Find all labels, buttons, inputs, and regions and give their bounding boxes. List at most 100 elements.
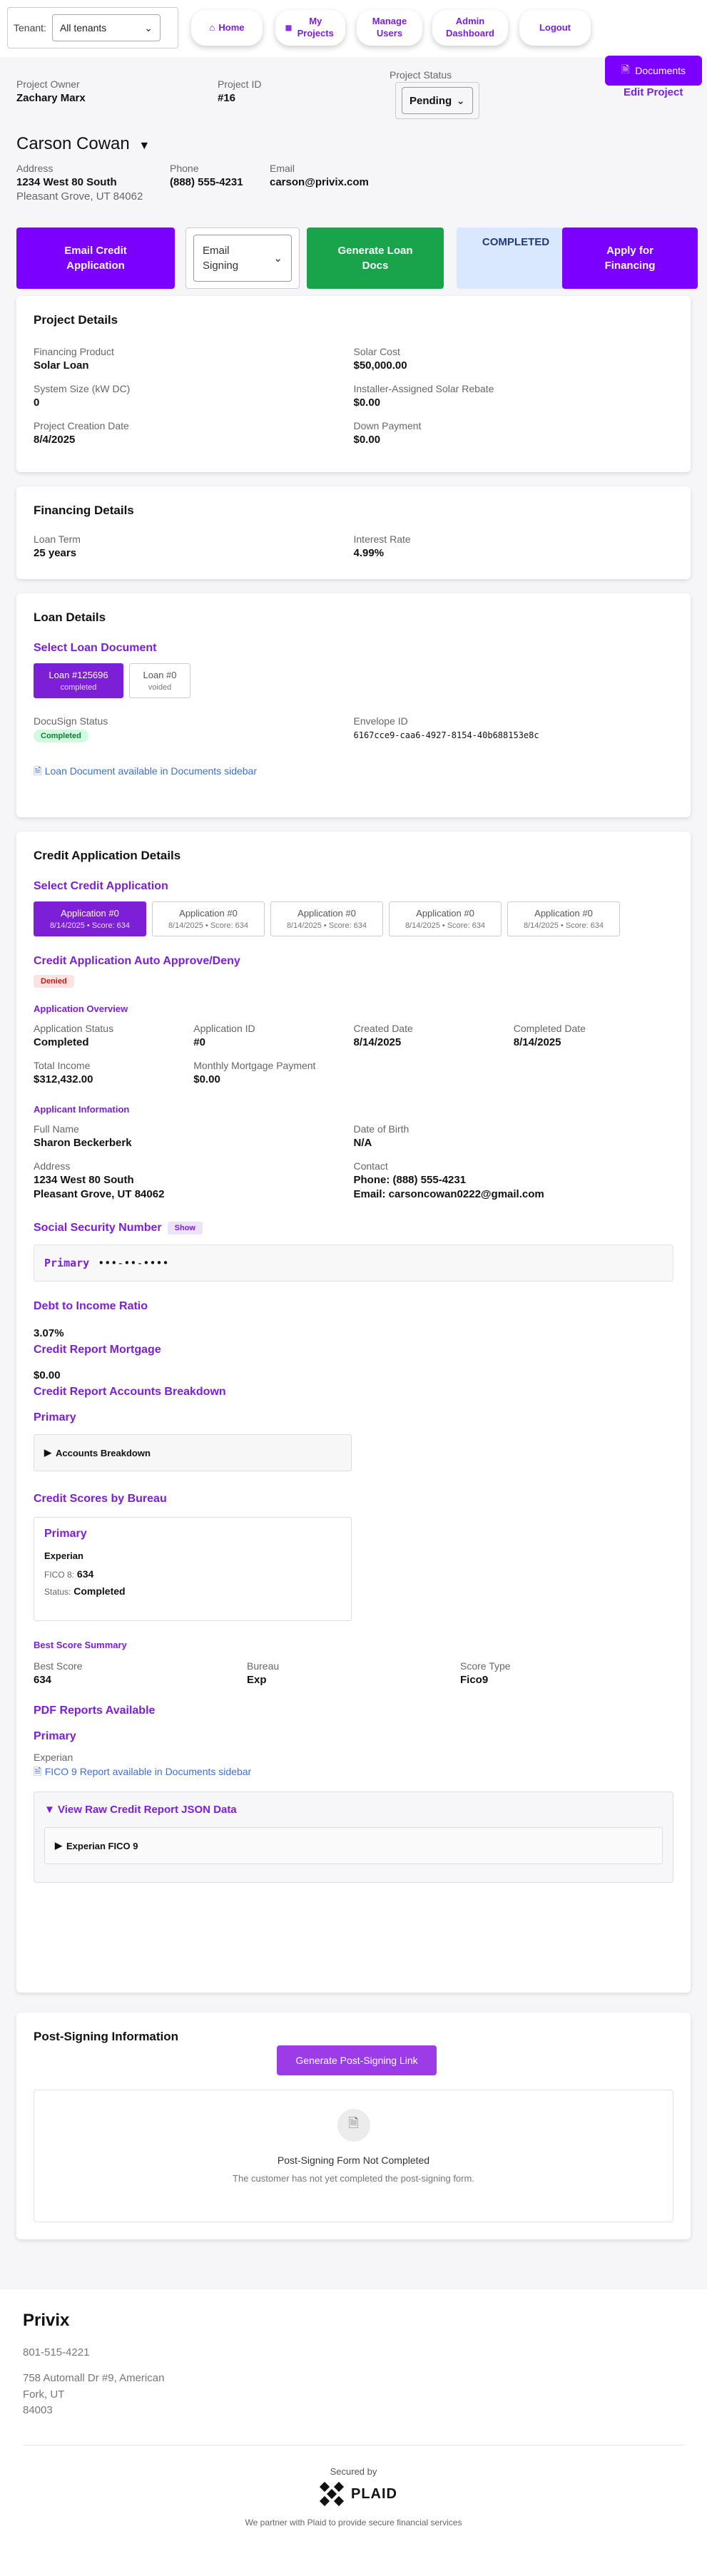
field-solar-rebate: Installer-Assigned Solar Rebate $0.00	[353, 383, 494, 409]
loan-details-title: Loan Details	[34, 610, 106, 624]
completed-status-box: COMPLETED	[457, 228, 575, 289]
field-solar-cost: Solar Cost $50,000.00	[353, 346, 407, 372]
nav-my-projects-button[interactable]: ▦ My Projects	[275, 10, 345, 46]
caret-down-icon[interactable]: ▼	[138, 140, 150, 152]
nav-home-button[interactable]: ⌂ Home	[191, 10, 263, 46]
customer-address: Address 1234 West 80 South Pleasant Grov…	[16, 163, 143, 203]
loan-details-card: Loan Details Select Loan Document Loan #…	[16, 593, 691, 817]
field-application-id: Application ID #0	[193, 1023, 255, 1048]
best-score-grid: Best Score 634 Bureau Exp Score Type Fico9	[34, 1660, 673, 1686]
field-completed-date: Completed Date 8/14/2025	[513, 1023, 586, 1048]
tenant-dropdown[interactable]: All tenants ⌄	[51, 14, 161, 41]
applicant-information-title: Applicant Information	[34, 1104, 130, 1115]
project-details-grid: Financing Product Solar Loan Solar Cost $5…	[34, 346, 673, 446]
dti-value: 3.07%	[34, 1327, 64, 1339]
credit-application-title: Credit Application Details	[34, 849, 181, 862]
pdf-report-link[interactable]: 🗎 FICO 9 Report available in Documents s…	[34, 1764, 673, 1782]
plaid-wordmark: PLAID	[351, 2485, 397, 2502]
customer-address-label: Address	[16, 163, 54, 174]
field-down-payment: Down Payment $0.00	[353, 420, 422, 446]
document-icon: 🗎	[621, 63, 630, 75]
footer-address: 758 Automall Dr #9, American Fork, UT 84…	[23, 2372, 165, 2416]
customer-email-value: carson@privix.com	[270, 176, 369, 188]
email-signing-select-wrapper: Email Signing ⌄	[185, 228, 300, 289]
credit-app-tab[interactable]: Application #0 8/14/2025 • Score: 634	[152, 901, 265, 936]
bureau-name: Experian	[44, 1550, 83, 1561]
triangle-right-icon: ▶	[44, 1447, 51, 1458]
credit-scores-bureau-title: Credit Scores by Bureau	[34, 1493, 167, 1505]
nav-my-projects-label: My Projects	[297, 16, 334, 39]
project-status-value: Pending	[410, 94, 452, 107]
apply-for-financing-button[interactable]: Apply for Financing	[562, 228, 698, 289]
field-application-status: Application Status Completed	[34, 1023, 114, 1048]
document-icon: 🗎	[34, 1766, 42, 1777]
document-icon: 🗎	[34, 765, 42, 777]
accounts-breakdown-toggle[interactable]: ▶ Accounts Breakdown	[34, 1434, 352, 1471]
field-contact: Contact Phone: (888) 555-4231 Email: carso…	[353, 1160, 544, 1200]
project-id: Project ID #16	[218, 78, 261, 104]
field-loan-term: Loan Term 25 years	[34, 533, 81, 559]
customer-email-label: Email	[270, 163, 295, 174]
tenant-value: All tenants	[59, 22, 107, 34]
edit-project-link[interactable]: Edit Project	[624, 86, 683, 98]
loan-tab-125696[interactable]: Loan #125696 completed	[34, 663, 123, 698]
ssn-show-button[interactable]: Show	[167, 1222, 203, 1235]
triangle-right-icon: ▶	[55, 1840, 62, 1851]
credit-app-tab[interactable]: Application #0 8/14/2025 • Score: 634	[270, 901, 383, 936]
credit-app-tab[interactable]: Application #0 8/14/2025 • Score: 634	[389, 901, 502, 936]
customer-address-line1: 1234 West 80 South	[16, 176, 117, 188]
nav-logout-button[interactable]: Logout	[519, 10, 591, 46]
accounts-breakdown-title: Credit Report Accounts Breakdown	[34, 1386, 226, 1398]
credit-app-tab[interactable]: Application #0 8/14/2025 • Score: 634	[507, 901, 620, 936]
email-credit-application-button[interactable]: Email Credit Application	[16, 228, 175, 289]
email-signing-select[interactable]: Email Signing ⌄	[193, 235, 292, 282]
field-total-income: Total Income $312,432.00	[34, 1060, 93, 1085]
application-overview-title: Application Overview	[34, 1003, 128, 1014]
raw-json-item[interactable]: ▶ Experian FICO 9	[44, 1827, 663, 1864]
generate-loan-docs-label: Generate Loan Docs	[337, 245, 413, 272]
chevron-down-icon: ⌄	[144, 21, 153, 34]
plaid-icon	[319, 2481, 345, 2507]
bureau-primary-label: Primary	[44, 1528, 87, 1540]
pdf-primary-label: Primary	[34, 1730, 76, 1742]
customer-phone-label: Phone	[170, 163, 199, 174]
secured-by-label: Secured by	[330, 2466, 377, 2477]
field-best-score: Best Score 634	[34, 1660, 83, 1686]
credit-application-tabs: Application #0 8/14/2025 • Score: 634 App…	[34, 901, 673, 936]
customer-phone-value: (888) 555-4231	[170, 176, 243, 188]
loan-tab-0[interactable]: Loan #0 voided	[129, 663, 190, 698]
project-owner: Project Owner Zachary Marx	[16, 78, 86, 104]
customer-phone: Phone (888) 555-4231	[170, 163, 243, 188]
nav-admin-dashboard-button[interactable]: Admin Dashboard	[432, 10, 508, 46]
project-details-title: Project Details	[34, 313, 118, 327]
pdf-reports-title: PDF Reports Available	[34, 1704, 156, 1717]
customer-address-line2: Pleasant Grove, UT 84062	[16, 190, 143, 203]
generate-post-signing-link-button[interactable]: Generate Post-Signing Link	[277, 2045, 437, 2075]
project-owner-value: Zachary Marx	[16, 92, 86, 104]
credit-app-tab[interactable]: Application #0 8/14/2025 • Score: 634	[34, 901, 146, 936]
nav-manage-users-button[interactable]: Manage Users	[357, 10, 422, 46]
field-interest-rate: Interest Rate 4.99%	[353, 533, 411, 559]
select-loan-document-label: Select Loan Document	[34, 642, 157, 654]
raw-json-toggle[interactable]: ▼ View Raw Credit Report JSON Data	[44, 1804, 663, 1816]
credit-report-mortgage-value: $0.00	[34, 1369, 61, 1381]
project-status-label: Project Status	[390, 69, 452, 81]
project-status-select[interactable]: Pending ⌄	[395, 82, 479, 119]
bureau-score-box: Primary Experian FICO 8: 634 Status: Com…	[34, 1517, 352, 1621]
documents-button[interactable]: 🗎 Documents	[605, 56, 702, 86]
ssn-primary-label: Primary	[44, 1257, 90, 1269]
footer: Privix 801-515-4221 758 Automall Dr #9, …	[0, 2289, 707, 2576]
ssn-box: Primary •••-••-••••	[34, 1244, 673, 1282]
financing-details-card: Financing Details Loan Term 25 years Inte…	[16, 486, 691, 579]
project-id-value: #16	[218, 92, 236, 104]
project-details-card: Project Details Financing Product Solar L…	[16, 296, 691, 472]
folder-icon: ▦	[285, 24, 293, 32]
generate-loan-docs-button[interactable]: Generate Loan Docs	[307, 228, 444, 289]
envelope-id: Envelope ID 6167cce9-caa6-4927-8154-40b6…	[354, 715, 674, 742]
loan-document-note-text: Loan Document available in Documents sid…	[44, 765, 257, 777]
nav-home-label: Home	[218, 21, 245, 33]
ssn-title: Social Security Number	[34, 1222, 162, 1234]
documents-label: Documents	[635, 65, 686, 76]
loan-document-note[interactable]: 🗎 Loan Document available in Documents s…	[34, 764, 673, 781]
auto-approve-deny-title: Credit Application Auto Approve/Deny	[34, 955, 240, 967]
